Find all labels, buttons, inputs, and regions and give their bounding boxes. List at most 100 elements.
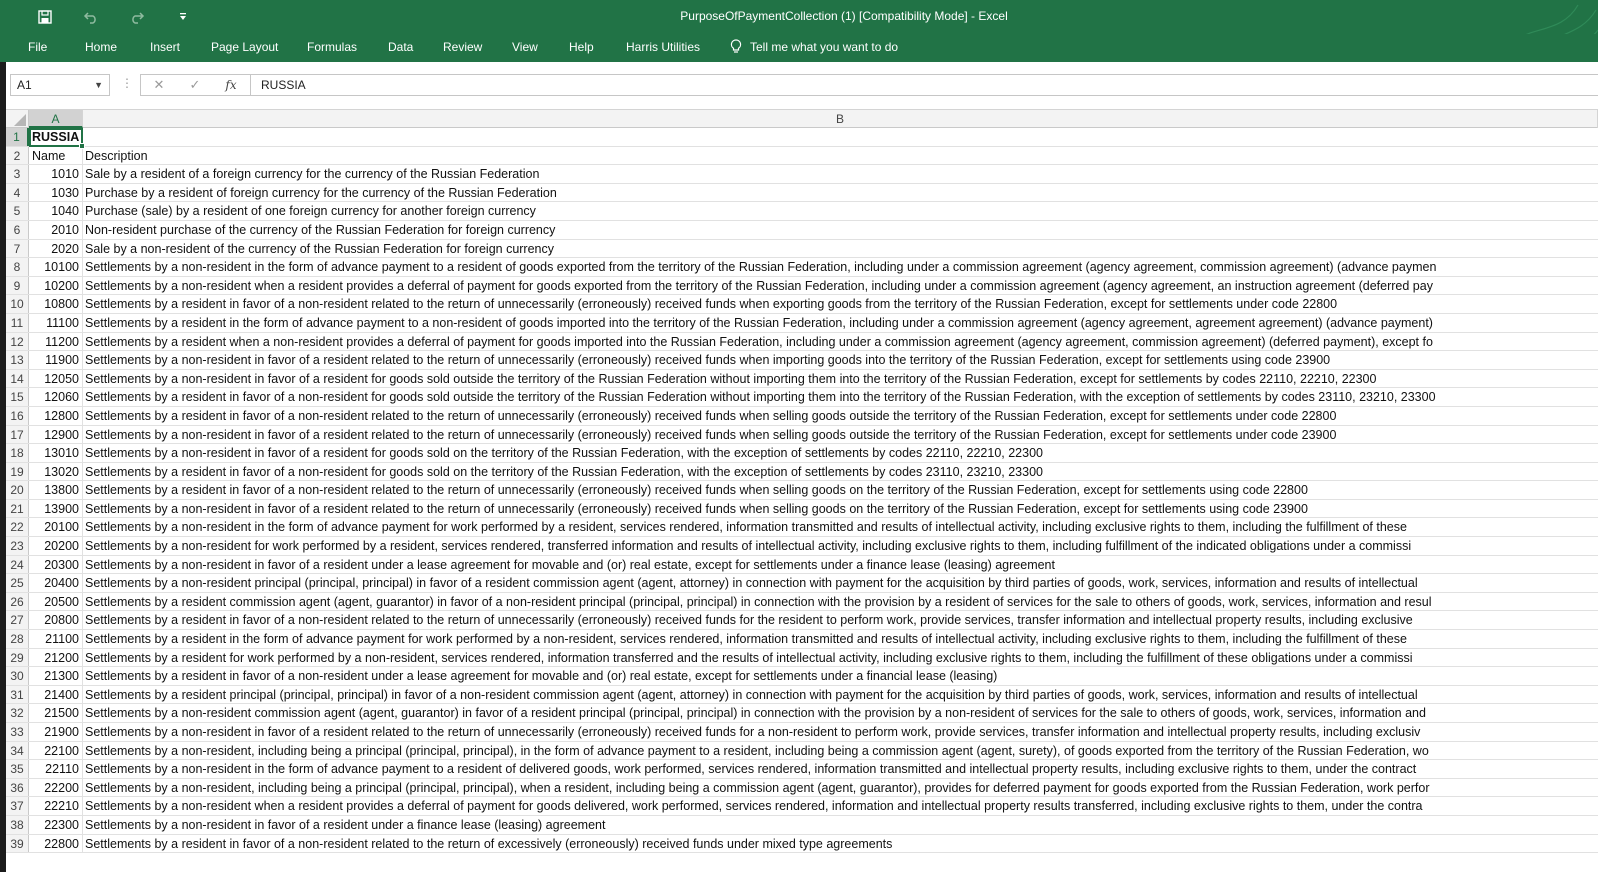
- row-header[interactable]: 3: [6, 165, 29, 183]
- cell-b[interactable]: Settlements by a non-resident, including…: [83, 742, 1429, 760]
- row-header[interactable]: 28: [6, 630, 29, 648]
- cell-b[interactable]: Settlements by a non-resident when a res…: [83, 797, 1423, 815]
- row-header[interactable]: 36: [6, 778, 29, 797]
- row-header[interactable]: 7: [6, 239, 29, 258]
- row-header[interactable]: 31: [6, 685, 29, 704]
- tab-file[interactable]: File: [28, 40, 47, 54]
- cancel-icon[interactable]: ✕: [141, 77, 177, 93]
- cell-a[interactable]: 20200: [29, 537, 83, 555]
- row-header[interactable]: 18: [6, 444, 29, 462]
- cell-a[interactable]: 21300: [29, 667, 83, 685]
- cell-a[interactable]: 20800: [29, 611, 83, 630]
- cell-b[interactable]: Settlements by a resident in favor of a …: [83, 611, 1413, 629]
- formula-bar-splitter[interactable]: ⋮: [121, 76, 133, 90]
- cell-b[interactable]: Settlements by a non-resident in favor o…: [83, 426, 1336, 444]
- row-header[interactable]: 4: [6, 183, 29, 202]
- cell-a[interactable]: 2010: [29, 220, 83, 239]
- cell-b[interactable]: Settlements by a resident principal (pri…: [83, 686, 1418, 704]
- cell-b[interactable]: Settlements by a resident in favor of a …: [83, 835, 892, 853]
- cell-a[interactable]: 22300: [29, 815, 83, 834]
- row-header[interactable]: 6: [6, 220, 29, 239]
- tab-view[interactable]: View: [512, 40, 538, 54]
- cell-b[interactable]: Settlements by a non-resident in favor o…: [83, 370, 1376, 388]
- cell-a[interactable]: 21100: [29, 630, 83, 648]
- cell-b[interactable]: Sale by a non-resident of the currency o…: [83, 240, 554, 258]
- cell-b[interactable]: Settlements by a non-resident commission…: [83, 704, 1426, 722]
- cell-a[interactable]: 21400: [29, 685, 83, 704]
- cell-b[interactable]: Settlements by a non-resident in favor o…: [83, 556, 1055, 574]
- tab-help[interactable]: Help: [569, 40, 594, 54]
- cell-a[interactable]: 20400: [29, 574, 83, 592]
- tab-insert[interactable]: Insert: [150, 40, 180, 54]
- row-header[interactable]: 21: [6, 499, 29, 518]
- tab-home[interactable]: Home: [85, 40, 117, 54]
- cell-a[interactable]: Name: [29, 146, 83, 165]
- cell-b[interactable]: Sale by a resident of a foreign currency…: [83, 165, 539, 183]
- row-header[interactable]: 11: [6, 313, 29, 332]
- cell-b[interactable]: Description: [83, 147, 148, 165]
- cell-b[interactable]: Settlements by a non-resident in favor o…: [83, 500, 1308, 518]
- row-header[interactable]: 2: [6, 146, 29, 165]
- row-header[interactable]: 16: [6, 406, 29, 425]
- tab-page-layout[interactable]: Page Layout: [211, 40, 278, 54]
- cell-a[interactable]: 22800: [29, 834, 83, 853]
- cell-a[interactable]: 22110: [29, 760, 83, 778]
- row-header[interactable]: 34: [6, 741, 29, 760]
- row-header[interactable]: 29: [6, 648, 29, 667]
- cell-a[interactable]: 13010: [29, 444, 83, 462]
- row-header[interactable]: 22: [6, 518, 29, 537]
- row-header[interactable]: 33: [6, 723, 29, 741]
- cell-b[interactable]: Settlements by a resident in favor of a …: [83, 463, 1043, 481]
- cell-a[interactable]: 11100: [29, 313, 83, 332]
- cell-b[interactable]: Settlements by a non-resident for work p…: [83, 537, 1411, 555]
- row-header[interactable]: 17: [6, 425, 29, 444]
- cell-b[interactable]: Settlements by a resident in favor of a …: [83, 407, 1336, 425]
- row-header[interactable]: 37: [6, 797, 29, 815]
- cell-a[interactable]: 1040: [29, 202, 83, 220]
- cell-a[interactable]: 2020: [29, 239, 83, 258]
- row-header[interactable]: 23: [6, 537, 29, 555]
- cell-b[interactable]: Settlements by a resident in favor of a …: [83, 388, 1436, 406]
- row-header[interactable]: 15: [6, 388, 29, 406]
- tell-me-box[interactable]: Tell me what you want to do: [730, 39, 898, 54]
- cell-a[interactable]: RUSSIA: [29, 128, 83, 146]
- cell-a[interactable]: 1010: [29, 165, 83, 183]
- cell-b[interactable]: Settlements by a resident in favor of a …: [83, 667, 997, 685]
- tab-review[interactable]: Review: [443, 40, 482, 54]
- row-header[interactable]: 9: [6, 276, 29, 295]
- cell-a[interactable]: 22210: [29, 797, 83, 815]
- insert-function-icon[interactable]: fx: [213, 78, 249, 92]
- cell-b[interactable]: Settlements by a resident commission age…: [83, 593, 1432, 611]
- cell-a[interactable]: 11900: [29, 351, 83, 369]
- cell-a[interactable]: 10800: [29, 295, 83, 313]
- name-box[interactable]: A1 ▼: [10, 74, 110, 96]
- cell-a[interactable]: 20500: [29, 592, 83, 611]
- cell-b[interactable]: Settlements by a resident in the form of…: [83, 630, 1407, 648]
- cell-b[interactable]: Settlements by a resident for work perfo…: [83, 649, 1413, 667]
- cell-b[interactable]: Settlements by a resident in the form of…: [83, 314, 1433, 332]
- row-header[interactable]: 12: [6, 332, 29, 351]
- select-all-button[interactable]: [6, 110, 29, 128]
- cell-a[interactable]: 12050: [29, 369, 83, 388]
- row-header[interactable]: 5: [6, 202, 29, 220]
- row-header[interactable]: 26: [6, 592, 29, 611]
- row-header[interactable]: 35: [6, 760, 29, 778]
- row-header[interactable]: 8: [6, 258, 29, 276]
- cell-a[interactable]: 13900: [29, 499, 83, 518]
- row-header[interactable]: 30: [6, 667, 29, 685]
- tab-harris-utilities[interactable]: Harris Utilities: [626, 40, 700, 54]
- row-header[interactable]: 24: [6, 555, 29, 574]
- cell-b[interactable]: Settlements by a non-resident in the for…: [83, 518, 1407, 536]
- cell-a[interactable]: 11200: [29, 332, 83, 351]
- column-header-b[interactable]: B: [83, 110, 1598, 128]
- row-header[interactable]: 32: [6, 704, 29, 722]
- cell-b[interactable]: Settlements by a non-resident in favor o…: [83, 723, 1420, 741]
- tab-formulas[interactable]: Formulas: [307, 40, 357, 54]
- cell-a[interactable]: 1030: [29, 183, 83, 202]
- cell-a[interactable]: 22200: [29, 778, 83, 797]
- cell-a[interactable]: 21200: [29, 648, 83, 667]
- cell-b[interactable]: Settlements by a resident in favor of a …: [83, 481, 1308, 499]
- cell-b[interactable]: Settlements by a non-resident in favor o…: [83, 351, 1330, 369]
- cell-a[interactable]: 21900: [29, 723, 83, 741]
- cell-b[interactable]: Non-resident purchase of the currency of…: [83, 221, 555, 239]
